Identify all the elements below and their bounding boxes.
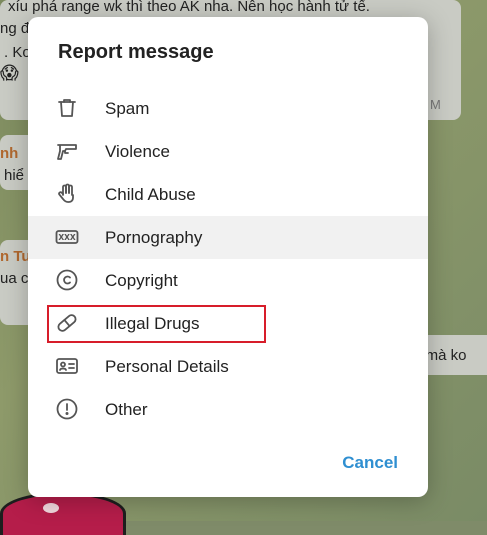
dialog-title: Report message [58,41,214,63]
svg-text:XXX: XXX [58,233,76,242]
id-card-icon [55,354,79,378]
message-text: hiể [4,167,25,184]
report-message-dialog: Report message Spam Violence Child Abuse… [28,17,428,497]
report-option-label: Pornography [105,227,203,247]
report-reasons-list: Spam Violence Child Abuse XXX Pornograph… [28,87,428,431]
report-option-spam[interactable]: Spam [28,87,428,130]
message-time: M [430,97,441,112]
message-text: ua c [0,270,29,287]
report-option-label: Child Abuse [105,184,196,204]
report-option-copyright[interactable]: Copyright [28,259,428,302]
report-option-child-abuse[interactable]: Child Abuse [28,173,428,216]
report-option-illegal-drugs[interactable]: Illegal Drugs [28,302,428,345]
emoji-text: 😱 [0,63,19,83]
pill-icon [55,311,79,335]
cancel-button[interactable]: Cancel [342,453,398,473]
sticker [0,492,126,535]
report-option-personal-details[interactable]: Personal Details [28,345,428,388]
report-option-pornography[interactable]: XXX Pornography [28,216,428,259]
trash-icon [55,96,79,120]
copyright-icon [55,268,79,292]
info-icon [55,397,79,421]
gun-icon [55,139,79,163]
report-option-label: Personal Details [105,356,229,376]
report-option-label: Other [105,399,148,419]
report-option-label: Illegal Drugs [105,313,200,333]
report-option-label: Spam [105,98,150,118]
report-option-violence[interactable]: Violence [28,130,428,173]
report-option-other[interactable]: Other [28,388,428,431]
report-option-label: Violence [105,141,170,161]
hand-icon [55,182,79,206]
xxx-icon: XXX [55,225,79,249]
report-option-label: Copyright [105,270,178,290]
